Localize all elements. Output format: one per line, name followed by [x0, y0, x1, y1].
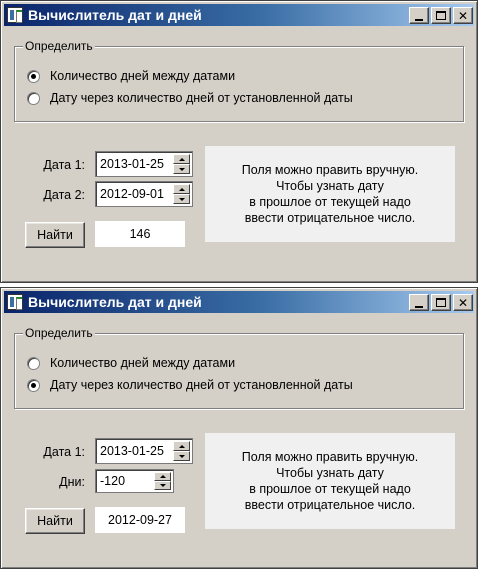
- info-line: Поля можно править вручную.: [241, 163, 419, 177]
- mode-option-date-from-days[interactable]: Дату через количество дней от установлен…: [27, 377, 353, 393]
- info-line: Чтобы узнать дату: [276, 179, 384, 193]
- calculator-window-days-between: Вычислитель дат и дней ✕ Определить Коли…: [0, 0, 478, 283]
- date2-label: Дата 2:: [43, 188, 85, 202]
- window-title: Вычислитель дат и дней: [28, 294, 202, 310]
- days-value[interactable]: -120: [100, 474, 125, 488]
- result-field[interactable]: 2012-09-27: [95, 507, 185, 533]
- mode-option-days-between[interactable]: Количество дней между датами: [27, 355, 235, 371]
- info-line: ввести отрицательное число.: [244, 498, 416, 512]
- close-button[interactable]: ✕: [453, 294, 473, 311]
- up-arrow-icon: [178, 157, 185, 161]
- title-bar[interactable]: Вычислитель дат и дней ✕: [4, 4, 474, 26]
- mode-option-date-from-days[interactable]: Дату через количество дней от установлен…: [27, 90, 353, 106]
- mode-group-legend: Определить: [23, 39, 95, 53]
- date2-spin-up-button[interactable]: [173, 184, 190, 194]
- date1-spin-down-button[interactable]: [173, 451, 190, 461]
- down-arrow-icon: [178, 454, 185, 458]
- mode-option-days-between[interactable]: Количество дней между датами: [27, 68, 235, 84]
- date2-spinbox[interactable]: 2012-09-01: [95, 181, 193, 207]
- info-line: ввести отрицательное число.: [244, 211, 416, 225]
- app-icon[interactable]: [7, 294, 23, 310]
- down-arrow-icon: [178, 197, 185, 201]
- date1-spinbox[interactable]: 2013-01-25: [95, 151, 193, 177]
- down-arrow-icon: [178, 167, 185, 171]
- radio-button-checked[interactable]: [27, 69, 40, 83]
- radio-label: Количество дней между датами: [50, 69, 236, 83]
- mode-group-legend: Определить: [23, 326, 95, 340]
- date2-spin-down-button[interactable]: [173, 194, 190, 204]
- result-field[interactable]: 146: [95, 221, 185, 247]
- date1-spin-up-button[interactable]: [173, 441, 190, 451]
- radio-label: Количество дней между датами: [50, 356, 236, 370]
- mode-groupbox: Определить Количество дней между датами …: [14, 39, 464, 122]
- close-button[interactable]: ✕: [453, 7, 473, 24]
- info-panel: Поля можно править вручную. Чтобы узнать…: [205, 433, 455, 529]
- info-panel: Поля можно править вручную. Чтобы узнать…: [205, 146, 455, 242]
- date1-spinbox[interactable]: 2013-01-25: [95, 438, 193, 464]
- find-button[interactable]: Найти: [25, 222, 85, 248]
- radio-button-checked[interactable]: [27, 378, 40, 392]
- date2-value[interactable]: 2012-09-01: [100, 187, 164, 201]
- days-spinbox[interactable]: -120: [95, 469, 174, 493]
- info-line: Чтобы узнать дату: [276, 466, 384, 480]
- up-arrow-icon: [178, 187, 185, 191]
- minimize-button[interactable]: [409, 7, 429, 24]
- date1-value[interactable]: 2013-01-25: [100, 444, 164, 458]
- date1-value[interactable]: 2013-01-25: [100, 157, 164, 171]
- close-icon: ✕: [457, 295, 469, 310]
- app-icon[interactable]: [7, 7, 23, 23]
- date1-spin-down-button[interactable]: [173, 164, 190, 174]
- radio-label: Дату через количество дней от установлен…: [50, 91, 353, 105]
- maximize-icon: [436, 11, 446, 20]
- window-title: Вычислитель дат и дней: [28, 7, 202, 23]
- radio-button[interactable]: [27, 91, 40, 105]
- radio-button[interactable]: [27, 356, 40, 370]
- days-spin-up-button[interactable]: [154, 472, 171, 481]
- maximize-button[interactable]: [431, 294, 451, 311]
- radio-label: Дату через количество дней от установлен…: [50, 378, 353, 392]
- days-spin-down-button[interactable]: [154, 481, 171, 490]
- date1-label: Дата 1:: [43, 445, 85, 459]
- minimize-button[interactable]: [409, 294, 429, 311]
- days-label: Дни:: [59, 475, 85, 489]
- find-button[interactable]: Найти: [25, 508, 85, 534]
- maximize-button[interactable]: [431, 7, 451, 24]
- date1-spin-up-button[interactable]: [173, 154, 190, 164]
- title-bar[interactable]: Вычислитель дат и дней ✕: [4, 291, 474, 313]
- info-line: в прошлое от текущей надо: [249, 482, 411, 496]
- down-arrow-icon: [159, 484, 166, 487]
- mode-groupbox: Определить Количество дней между датами …: [14, 326, 464, 409]
- info-line: Поля можно править вручную.: [241, 450, 419, 464]
- calculator-window-date-from-days: Вычислитель дат и дней ✕ Определить Коли…: [0, 287, 478, 569]
- date1-label: Дата 1:: [43, 158, 85, 172]
- maximize-icon: [436, 298, 446, 307]
- info-line: в прошлое от текущей надо: [249, 195, 411, 209]
- minimize-icon: [415, 305, 423, 308]
- up-arrow-icon: [159, 475, 166, 478]
- up-arrow-icon: [178, 444, 185, 448]
- close-icon: ✕: [457, 8, 469, 23]
- minimize-icon: [415, 18, 423, 21]
